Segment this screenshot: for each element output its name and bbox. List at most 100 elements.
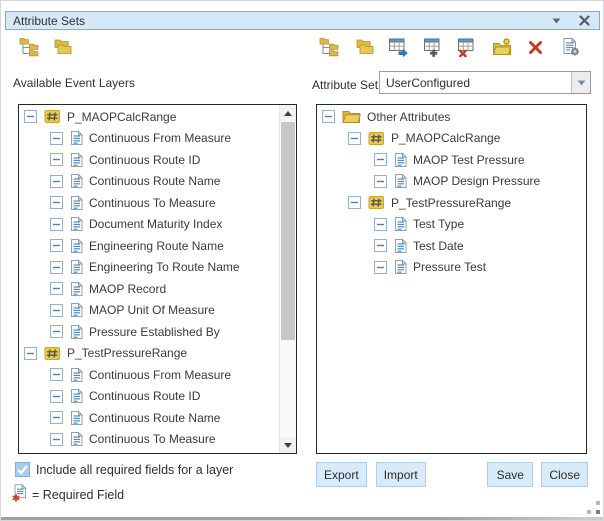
tree-item-p-testpressurerange[interactable]: P_TestPressureRange	[19, 343, 278, 365]
collapse-toggle-icon[interactable]	[50, 132, 63, 145]
collapse-toggle-icon[interactable]	[50, 218, 63, 231]
tree-item-pressure-established-by[interactable]: Pressure Established By	[19, 321, 278, 343]
collapse-toggle-icon[interactable]	[50, 325, 63, 338]
event-layers-tree: P_MAOPCalcRange Continuous From Measure Co…	[19, 106, 278, 450]
tree-item-maop-unit-of-measure[interactable]: MAOP Unit Of Measure	[19, 300, 278, 322]
tree-item-maop-test-pressure[interactable]: MAOP Test Pressure	[317, 149, 586, 171]
layer-icon	[368, 195, 385, 210]
tree-item-label: Continuous Route ID	[89, 153, 200, 167]
tree-item-p-maopcalcrange[interactable]: P_MAOPCalcRange	[317, 128, 586, 150]
collapse-toggle-icon[interactable]	[50, 196, 63, 209]
doc-icon	[394, 216, 407, 232]
folders-icon	[354, 37, 374, 62]
collapse-toggle-icon[interactable]	[374, 261, 387, 274]
delete-selected-button[interactable]	[526, 39, 546, 59]
close-dialog-button[interactable]	[576, 13, 592, 29]
tree-item-maop-record[interactable]: MAOP Record	[19, 278, 278, 300]
collapse-toggle-icon[interactable]	[50, 175, 63, 188]
collapse-toggle-icon[interactable]	[50, 411, 63, 424]
collapse-toggle-icon[interactable]	[374, 218, 387, 231]
attribute-set-dropdown[interactable]: UserConfigured	[379, 71, 591, 94]
collapse-all-attributes-button[interactable]	[354, 39, 374, 59]
tree-item-continuous-to-measure[interactable]: Continuous To Measure	[19, 429, 278, 451]
collapse-toggle-icon[interactable]	[50, 261, 63, 274]
collapse-toggle-icon[interactable]	[374, 153, 387, 166]
tree-item-test-date[interactable]: Test Date	[317, 235, 586, 257]
tree-item-continuous-route-id[interactable]: Continuous Route ID	[19, 149, 278, 171]
export-button[interactable]: Export	[316, 462, 367, 487]
scroll-up-button[interactable]	[280, 105, 296, 121]
collapse-toggle-icon[interactable]	[50, 304, 63, 317]
tree-item-test-type[interactable]: Test Type	[317, 214, 586, 236]
tree-item-label: Continuous From Measure	[89, 368, 231, 382]
collapse-toggle-icon[interactable]	[24, 110, 37, 123]
doc-icon	[70, 259, 83, 275]
tree-item-pressure-test[interactable]: Pressure Test	[317, 257, 586, 279]
save-button[interactable]: Save	[487, 462, 533, 487]
add-attribute-set-button[interactable]	[423, 39, 443, 59]
collapse-toggle-icon[interactable]	[348, 132, 361, 145]
tree-item-continuous-from-measure[interactable]: Continuous From Measure	[19, 128, 278, 150]
tree-item-label: Document Maturity Index	[89, 217, 222, 231]
collapse-dialog-button[interactable]	[548, 13, 564, 29]
remove-attribute-set-button[interactable]	[457, 39, 477, 59]
doc-icon	[70, 152, 83, 168]
import-button[interactable]: Import	[376, 462, 426, 487]
expand-all-attributes-button[interactable]	[319, 39, 339, 59]
tree-item-label: Continuous From Measure	[89, 131, 231, 145]
vertical-scrollbar[interactable]	[279, 105, 296, 453]
tree-item-p-testpressurerange[interactable]: P_TestPressureRange	[317, 192, 586, 214]
tree-item-continuous-route-id[interactable]: Continuous Route ID	[19, 386, 278, 408]
collapse-toggle-icon[interactable]	[50, 282, 63, 295]
export-attribute-set-button[interactable]	[388, 39, 408, 59]
tree-item-other-attributes[interactable]: Other Attributes	[317, 106, 586, 128]
tree-item-continuous-to-measure[interactable]: Continuous To Measure	[19, 192, 278, 214]
tree-item-continuous-from-measure[interactable]: Continuous From Measure	[19, 364, 278, 386]
tree-item-label: Continuous Route ID	[89, 389, 200, 403]
collapse-toggle-icon[interactable]	[348, 196, 361, 209]
collapse-toggle-icon[interactable]	[50, 433, 63, 446]
doc-icon	[70, 431, 83, 447]
doc-icon	[70, 216, 83, 232]
tree-item-continuous-route-name[interactable]: Continuous Route Name	[19, 407, 278, 429]
new-attribute-group-button[interactable]	[492, 39, 512, 59]
scrollbar-thumb[interactable]	[281, 122, 295, 340]
tree-item-label: Other Attributes	[367, 110, 450, 124]
dropdown-arrow-button[interactable]	[571, 72, 590, 93]
include-required-fields-checkbox[interactable]	[15, 462, 30, 477]
tree-folders-icon	[319, 37, 339, 62]
doc-icon	[70, 410, 83, 426]
tree-item-engineering-route-name[interactable]: Engineering Route Name	[19, 235, 278, 257]
doc-icon	[70, 238, 83, 254]
doc-icon	[394, 152, 407, 168]
close-button[interactable]: Close	[541, 462, 588, 487]
tree-item-continuous-route-name[interactable]: Continuous Route Name	[19, 171, 278, 193]
collapse-all-layers-button[interactable]	[52, 39, 72, 59]
expand-all-layers-button[interactable]	[19, 39, 39, 59]
tree-item-engineering-to-route-name[interactable]: Engineering To Route Name	[19, 257, 278, 279]
doc-icon	[70, 302, 83, 318]
tree-item-label: MAOP Unit Of Measure	[89, 303, 215, 317]
red-x-icon	[526, 37, 546, 62]
scroll-down-button[interactable]	[280, 437, 296, 453]
doc-icon	[70, 324, 83, 340]
collapse-toggle-icon[interactable]	[374, 175, 387, 188]
tree-item-p-maopcalcrange[interactable]: P_MAOPCalcRange	[19, 106, 278, 128]
tree-item-label: Test Type	[413, 217, 464, 231]
collapse-toggle-icon[interactable]	[24, 347, 37, 360]
resize-grip[interactable]	[587, 501, 600, 514]
collapse-toggle-icon[interactable]	[50, 390, 63, 403]
tree-item-document-maturity-index[interactable]: Document Maturity Index	[19, 214, 278, 236]
attribute-set-properties-button[interactable]	[561, 39, 581, 59]
table-plus-icon	[423, 37, 443, 62]
collapse-toggle-icon[interactable]	[374, 239, 387, 252]
collapse-toggle-icon[interactable]	[50, 368, 63, 381]
table-arrow-icon	[388, 37, 408, 62]
tree-item-maop-design-pressure[interactable]: MAOP Design Pressure	[317, 171, 586, 193]
folders-icon	[52, 37, 72, 62]
collapse-toggle-icon[interactable]	[50, 239, 63, 252]
collapse-toggle-icon[interactable]	[50, 153, 63, 166]
collapse-toggle-icon[interactable]	[322, 110, 335, 123]
required-field-legend: = Required Field	[32, 488, 124, 502]
tree-item-label: MAOP Test Pressure	[413, 153, 525, 167]
